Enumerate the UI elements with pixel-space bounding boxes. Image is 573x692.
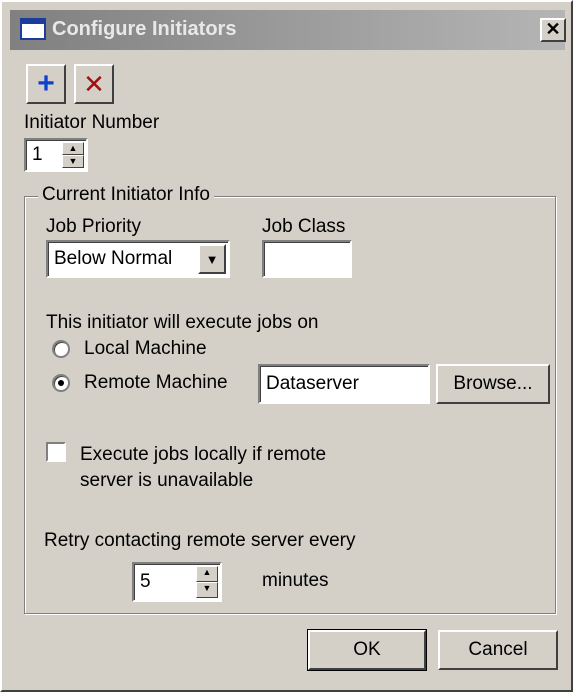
- remote-machine-radio[interactable]: [52, 374, 70, 392]
- initiator-number-arrows[interactable]: ▲ ▼: [62, 142, 84, 168]
- delete-initiator-button[interactable]: ✕: [74, 64, 114, 104]
- local-machine-label[interactable]: Local Machine: [84, 338, 207, 360]
- ok-button[interactable]: OK: [307, 629, 427, 671]
- browse-button[interactable]: Browse...: [436, 364, 550, 404]
- remote-machine-label[interactable]: Remote Machine: [84, 372, 228, 394]
- initiator-number-spinner[interactable]: 1 ▲ ▼: [24, 138, 88, 172]
- job-class-label: Job Class: [262, 216, 346, 237]
- execute-locally-label[interactable]: Execute jobs locally if remote server is…: [80, 442, 326, 494]
- retry-label: Retry contacting remote server every: [44, 530, 356, 551]
- local-machine-radio[interactable]: [52, 340, 70, 358]
- spin-up-icon[interactable]: ▲: [62, 142, 84, 155]
- remote-machine-input[interactable]: Dataserver: [258, 364, 430, 404]
- retry-minutes-value: 5: [140, 571, 151, 592]
- minutes-unit-label: minutes: [262, 570, 329, 591]
- spin-down-icon[interactable]: ▼: [196, 582, 218, 598]
- execute-locally-line-1: Execute jobs locally if remote: [80, 444, 327, 465]
- retry-minutes-arrows[interactable]: ▲ ▼: [196, 566, 218, 598]
- delete-icon: ✕: [83, 69, 105, 99]
- cancel-button[interactable]: Cancel: [438, 630, 558, 670]
- execute-locally-line-2: server is unavailable: [80, 470, 254, 491]
- add-initiator-button[interactable]: +: [26, 64, 66, 104]
- cancel-label: Cancel: [468, 639, 528, 660]
- chevron-down-icon[interactable]: ▼: [198, 244, 226, 274]
- close-button[interactable]: ✕: [540, 18, 566, 42]
- window-title: Configure Initiators: [52, 18, 237, 40]
- close-icon: ✕: [545, 19, 561, 39]
- browse-label: Browse...: [453, 373, 533, 394]
- spin-down-icon[interactable]: ▼: [62, 155, 84, 168]
- spin-up-icon[interactable]: ▲: [196, 566, 218, 582]
- window-icon: [20, 18, 46, 40]
- execute-locally-checkbox[interactable]: [46, 442, 66, 462]
- initiator-number-label: Initiator Number: [24, 112, 160, 133]
- execute-on-label: This initiator will execute jobs on: [46, 312, 319, 333]
- job-priority-select[interactable]: Below Normal ▼: [46, 240, 230, 278]
- job-priority-label: Job Priority: [46, 216, 142, 237]
- job-priority-value: Below Normal: [54, 248, 173, 269]
- title-bar[interactable]: Configure Initiators ✕: [10, 10, 566, 50]
- job-class-input[interactable]: [262, 240, 352, 278]
- ok-label: OK: [353, 639, 381, 660]
- retry-minutes-spinner[interactable]: 5 ▲ ▼: [132, 562, 222, 602]
- initiator-number-value: 1: [32, 144, 43, 165]
- plus-icon: +: [37, 67, 55, 100]
- remote-machine-value: Dataserver: [266, 373, 359, 394]
- group-legend: Current Initiator Info: [38, 184, 214, 206]
